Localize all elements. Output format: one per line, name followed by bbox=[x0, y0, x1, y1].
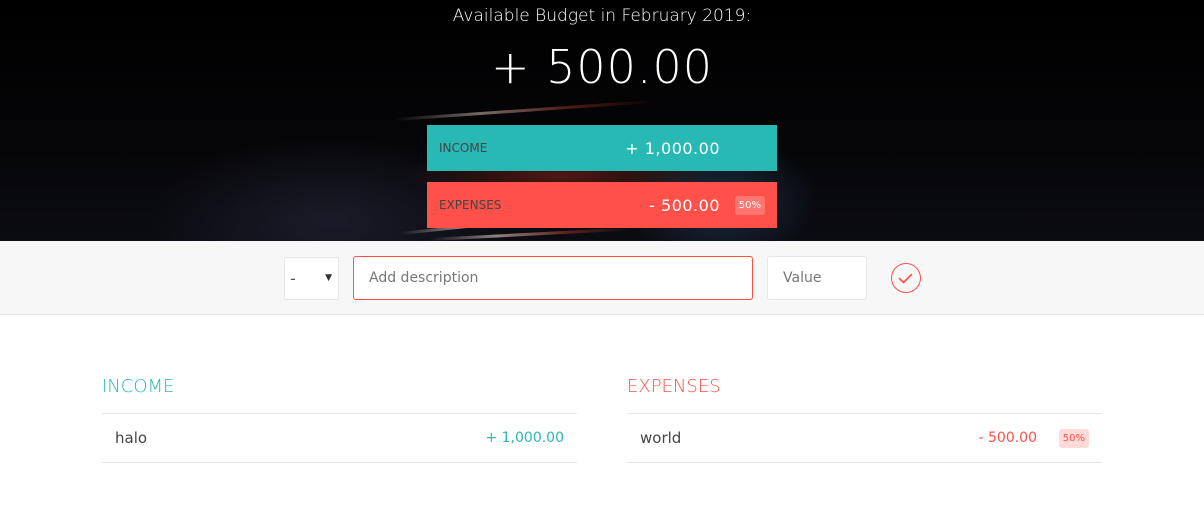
expense-item-description: world bbox=[640, 429, 682, 447]
expenses-summary-value: - 500.00 bbox=[649, 195, 720, 215]
expense-item: world - 500.00 50% bbox=[627, 414, 1102, 463]
income-list-title: Income bbox=[102, 375, 577, 414]
expenses-list: Expenses world - 500.00 50% bbox=[627, 375, 1102, 463]
add-item-button[interactable] bbox=[891, 263, 921, 293]
expenses-list-title: Expenses bbox=[627, 375, 1102, 414]
background-light-streak bbox=[429, 227, 630, 241]
description-input[interactable] bbox=[353, 256, 753, 300]
type-select-value: - bbox=[290, 269, 296, 288]
value-input[interactable] bbox=[767, 256, 867, 300]
expenses-summary-percentage: 50% bbox=[734, 195, 765, 215]
budget-header: Available Budget in February 2019: + 500… bbox=[0, 0, 1204, 241]
budget-title: Available Budget in February 2019: bbox=[452, 6, 752, 26]
type-select[interactable]: - ▼ bbox=[284, 257, 339, 300]
dropdown-caret-icon: ▼ bbox=[325, 273, 332, 283]
expenses-summary: Expenses - 500.00 50% bbox=[427, 182, 777, 228]
income-summary-value: + 1,000.00 bbox=[625, 138, 720, 158]
income-item-value: + 1,000.00 bbox=[485, 430, 564, 446]
income-summary: Income + 1,000.00 bbox=[427, 125, 777, 171]
background-light-streak bbox=[394, 99, 655, 121]
income-item-description: halo bbox=[115, 429, 148, 447]
checkmark-icon bbox=[898, 273, 913, 283]
income-list: Income halo + 1,000.00 bbox=[102, 375, 577, 463]
add-item-bar: - ▼ bbox=[0, 241, 1204, 315]
budget-value: + 500.00 bbox=[490, 40, 714, 94]
expenses-summary-label: Expenses bbox=[439, 198, 502, 212]
income-summary-label: Income bbox=[439, 141, 488, 155]
income-item: halo + 1,000.00 bbox=[102, 414, 577, 463]
expense-item-value: - 500.00 bbox=[978, 430, 1038, 446]
expense-item-percentage: 50% bbox=[1058, 428, 1089, 448]
